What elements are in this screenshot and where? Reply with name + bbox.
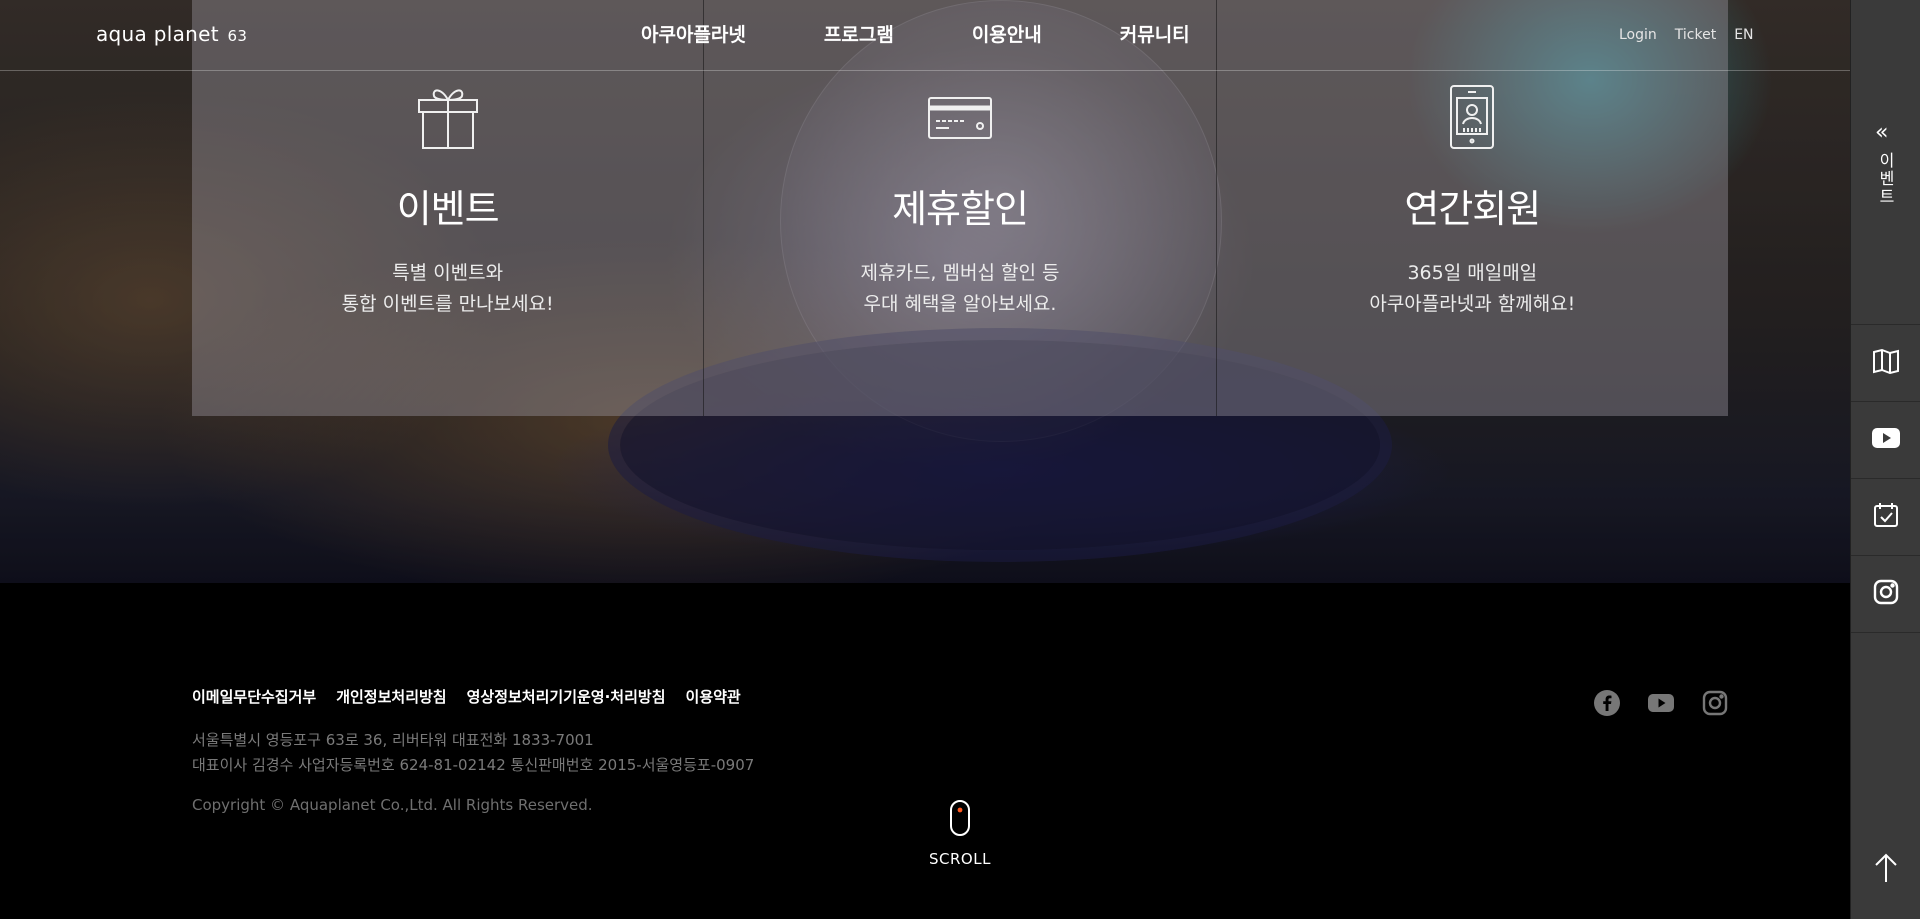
nav-community[interactable]: 커뮤니티 [1120,20,1190,47]
member-card-icon [1449,84,1495,154]
footer-link-privacy[interactable]: 개인정보처리방침 [336,686,446,707]
footer-links: 이메일무단수집거부 개인정보처리방침 영상정보처리기기운영·처리방침 이용약관 [192,686,741,707]
footer-link-email-refusal[interactable]: 이메일무단수집거부 [192,686,316,707]
youtube-icon [1871,428,1900,452]
site-logo[interactable]: aqua planet 63 [96,22,247,46]
gift-icon [416,84,480,154]
sidebar-map-button[interactable] [1851,325,1920,402]
card-title: 연간회원 [1404,187,1541,231]
login-link[interactable]: Login [1619,27,1657,43]
instagram-icon[interactable] [1702,690,1728,720]
footer-link-terms[interactable]: 이용약관 [686,686,741,707]
back-to-top-button[interactable] [1851,853,1920,887]
language-en-link[interactable]: EN [1734,27,1753,43]
sidebar-instagram-button[interactable] [1851,556,1920,633]
ticket-link[interactable]: Ticket [1675,27,1716,43]
card-title: 제휴할인 [892,187,1029,231]
mouse-icon [950,800,970,840]
quick-sidebar: « 이벤트 [1850,0,1920,919]
arrow-up-icon [1874,853,1898,887]
footer-copyright: Copyright © Aquaplanet Co.,Ltd. All Righ… [192,796,593,814]
site-header: aqua planet 63 아쿠아플라넷 프로그램 이용안내 커뮤니티 Log… [0,0,1850,71]
footer-sns [1594,690,1728,720]
footer-link-cctv-policy[interactable]: 영상정보처리기기운영·처리방침 [467,686,666,707]
sidebar-youtube-button[interactable] [1851,402,1920,479]
credit-card-icon [927,96,993,144]
map-icon [1872,348,1900,378]
card-description: 특별 이벤트와 통합 이벤트를 만나보세요! [341,262,554,315]
instagram-icon [1873,579,1899,609]
scroll-label: SCROLL [929,850,991,868]
card-description: 제휴카드, 멤버십 할인 등 우대 혜택을 알아보세요. [860,262,1060,315]
footer-address: 서울특별시 영등포구 63로 36, 리버타워 대표전화 1833-7001 [192,731,594,749]
nav-program[interactable]: 프로그램 [824,20,894,47]
sidebar-event-label: 이벤트 [1876,152,1895,206]
main-nav: 아쿠아플라넷 프로그램 이용안내 커뮤니티 [641,20,1190,47]
scroll-indicator: SCROLL [925,800,995,868]
nav-guide[interactable]: 이용안내 [972,20,1042,47]
youtube-icon[interactable] [1648,690,1674,720]
nav-aquaplanet[interactable]: 아쿠아플라넷 [641,20,746,47]
chevron-double-left-icon: « [1875,120,1889,145]
hero-background: 이벤트 특별 이벤트와 통합 이벤트를 만나보세요! 제휴할인 제휴카드, 멤버… [0,0,1850,583]
card-description: 365일 매일매일 아쿠아플라넷과 함께해요! [1369,262,1576,315]
calendar-check-icon [1873,502,1899,532]
sidebar-event-toggle[interactable]: « 이벤트 [1851,0,1920,325]
facebook-icon[interactable] [1594,690,1620,720]
card-title: 이벤트 [396,187,500,231]
footer-business-info: 대표이사 김경수 사업자등록번호 624-81-02142 통신판매번호 201… [192,756,755,774]
footer-company-info: 서울특별시 영등포구 63로 36, 리버타워 대표전화 1833-7001 대… [192,728,754,778]
site-footer: 이메일무단수집거부 개인정보처리방침 영상정보처리기기운영·처리방침 이용약관 … [0,583,1850,919]
utility-menu: Login Ticket EN [1619,27,1754,43]
sidebar-reservation-button[interactable] [1851,479,1920,556]
